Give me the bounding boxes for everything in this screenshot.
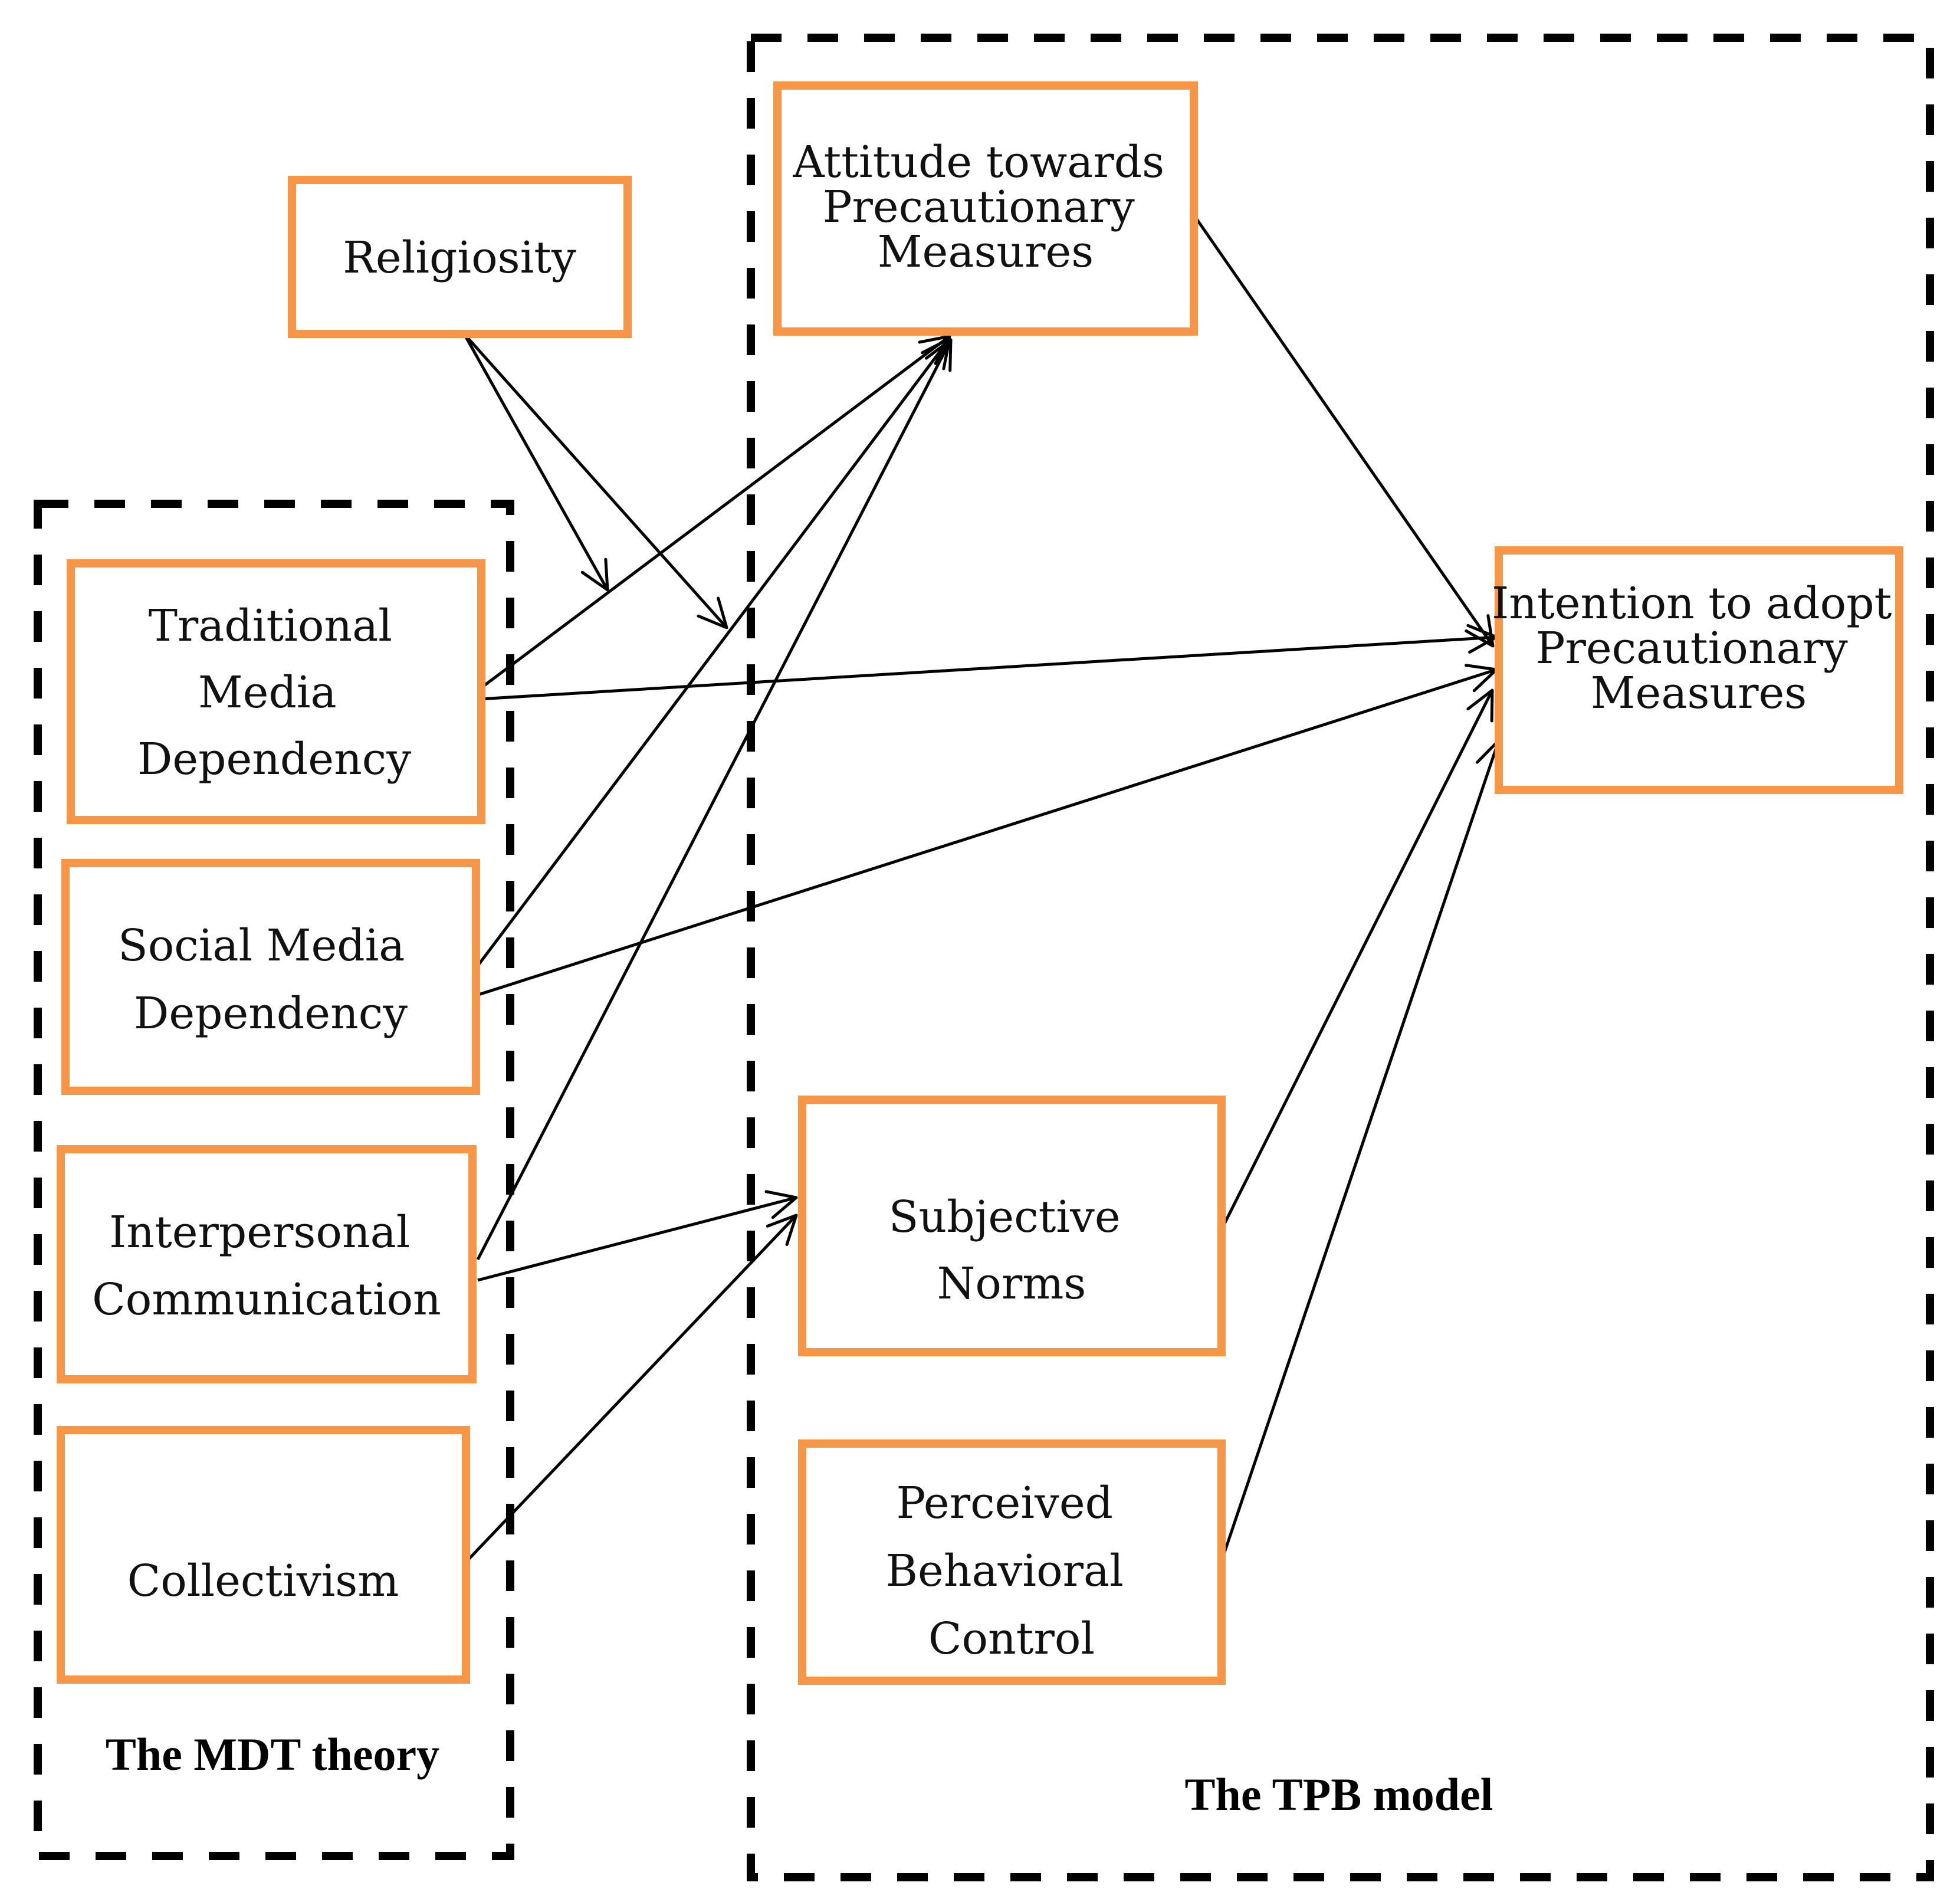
arrow-line xyxy=(1218,740,1501,1567)
node-label: Collectivism xyxy=(127,1556,399,1606)
tpb-model-title: The TPB model xyxy=(1185,1769,1493,1820)
node-attitude: Attitude towards Precautionary Measures xyxy=(773,81,1198,336)
arrow-religiosity-to-moderation-point-1 xyxy=(462,333,609,592)
arrow-traditional-to-attitude xyxy=(478,335,951,690)
node-traditional-media-dependency: Traditional Media Dependency xyxy=(67,559,485,824)
node-social-media-dependency: Social Media Dependency xyxy=(61,859,480,1095)
node-subjective-norms: Subjective Norms xyxy=(798,1096,1226,1356)
mdt-theory-title: The MDT theory xyxy=(106,1729,439,1780)
arrow-line xyxy=(462,333,609,591)
arrow-social-to-attitude xyxy=(477,337,951,967)
arrow-subjective-to-intention xyxy=(1218,688,1494,1234)
node-interpersonal-communication: Interpersonal Communication xyxy=(57,1145,477,1383)
arrow-line xyxy=(463,333,728,629)
arrow-collectivism-to-subjective xyxy=(462,1214,798,1566)
node-collectivism: Collectivism xyxy=(57,1426,470,1684)
arrow-religiosity-to-moderation-point-2 xyxy=(463,333,728,629)
node-label: Religiosity xyxy=(343,232,576,283)
arrow-traditional-to-intention xyxy=(479,624,1498,701)
arrow-line xyxy=(478,335,951,690)
node-intention: Intention to adopt Precautionary Measure… xyxy=(1492,546,1903,794)
arrow-line xyxy=(1218,689,1494,1234)
node-religiosity: Religiosity xyxy=(288,176,632,338)
arrow-line xyxy=(1190,211,1495,647)
arrow-line xyxy=(479,635,1497,701)
arrow-line xyxy=(462,1214,797,1566)
arrow-line xyxy=(477,337,951,967)
arrow-attitude-to-intention xyxy=(1190,211,1495,648)
node-perceived-behavioral-control: Perceived Behavioral Control xyxy=(798,1439,1226,1685)
research-model-diagram: Religiosity Attitude towards Precautiona… xyxy=(34,34,1934,1881)
arrow-pbc-to-intention xyxy=(1218,739,1504,1567)
arrow-social-to-intention xyxy=(474,664,1498,998)
arrow-line xyxy=(474,668,1497,998)
edges-layer xyxy=(462,211,1504,1567)
